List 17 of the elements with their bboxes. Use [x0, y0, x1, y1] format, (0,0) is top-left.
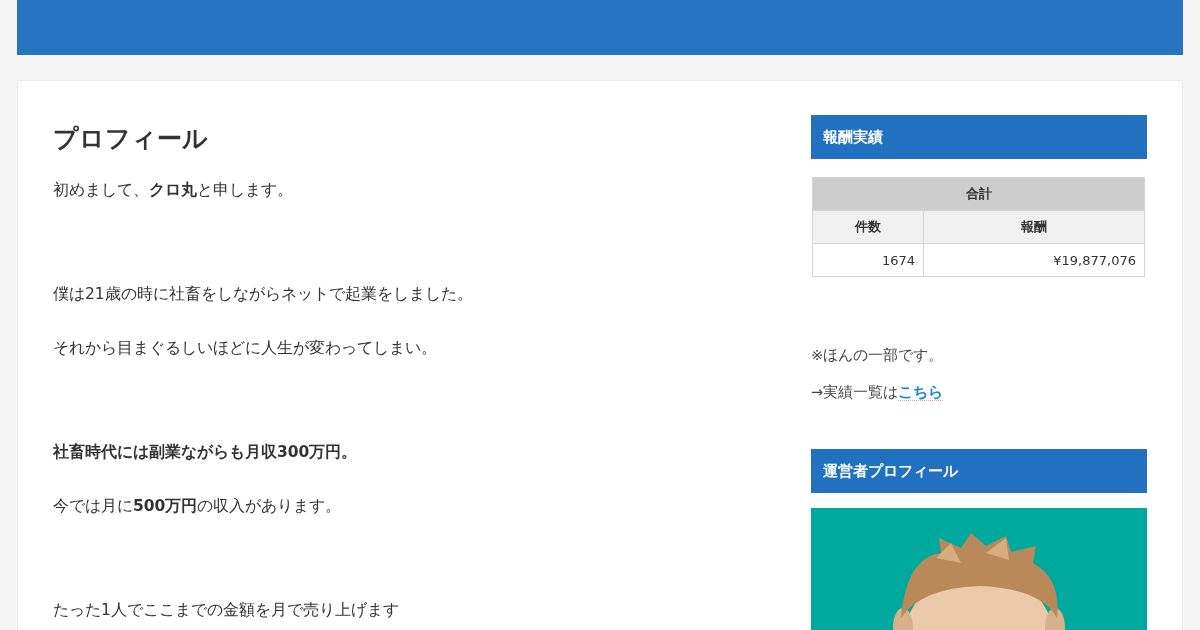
- paragraph: たった1人でここまでの金額を月で売り上げます: [53, 600, 399, 621]
- paragraph: 今では月に500万円の収入があります。: [53, 496, 342, 517]
- page-title: プロフィール: [53, 123, 208, 155]
- paragraph: 初めまして、クロ丸と申します。: [53, 180, 293, 201]
- table-header: 合計: [812, 177, 1145, 211]
- paragraph: 僕は21歳の時に社畜をしながらネットで起業をしました。: [53, 284, 473, 305]
- note-text: ※ほんの一部です。: [811, 346, 945, 365]
- column-header: 件数: [812, 210, 924, 244]
- paragraph: それから目まぐるしいほどに人生が変わってしまい。: [53, 338, 437, 359]
- paragraph: 社畜時代には副業ながらも月収300万円。: [53, 442, 358, 463]
- column-header: 報酬: [923, 210, 1145, 244]
- widget-title: 報酬実績: [811, 115, 1147, 159]
- table-cell: ¥19,877,076: [923, 243, 1145, 277]
- table-cell: 1674: [812, 243, 924, 277]
- link-label: →実績一覧は: [811, 384, 899, 400]
- link[interactable]: こちら: [898, 384, 944, 401]
- widget-title: 運営者プロフィール: [811, 449, 1147, 493]
